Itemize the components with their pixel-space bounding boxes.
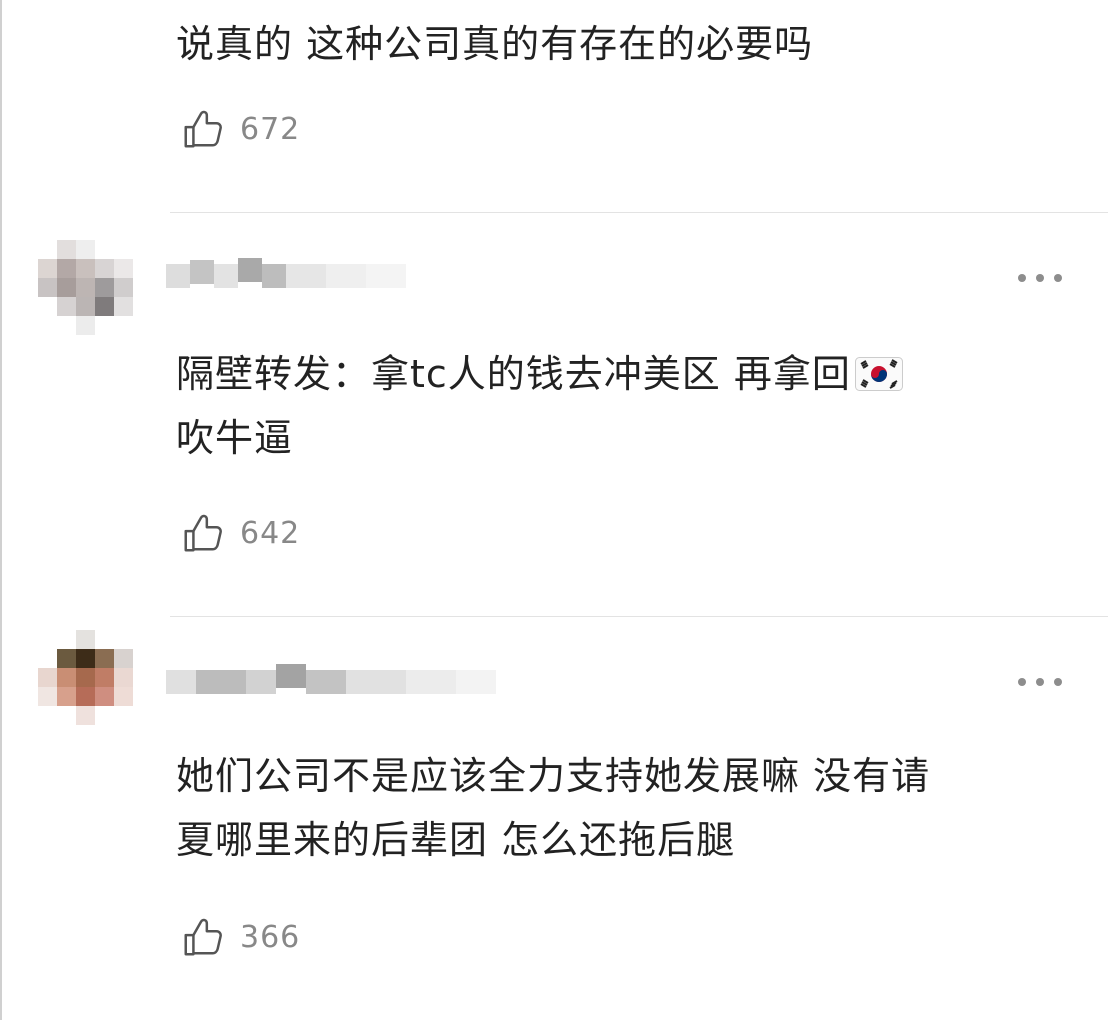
comment-2-text: 隔壁转发：拿tc人的钱去冲美区 再拿回 吹牛逼: [176, 342, 1076, 470]
avatar[interactable]: [38, 630, 150, 726]
comment-2-line-2: 吹牛逼: [176, 416, 294, 460]
thumbs-up-icon: [184, 514, 222, 552]
username-blurred[interactable]: [166, 660, 496, 710]
like-count: 642: [240, 515, 301, 551]
divider: [170, 616, 1108, 617]
like-count: 366: [240, 919, 301, 955]
thumbs-up-icon: [184, 110, 222, 148]
like-count: 672: [240, 111, 301, 147]
comment-1-text: 说真的 这种公司真的有存在的必要吗: [176, 22, 814, 66]
comment-3-line-1: 她们公司不是应该全力支持她发展嘛 没有请: [176, 754, 931, 798]
more-options-icon[interactable]: [1018, 678, 1062, 686]
divider: [170, 212, 1108, 213]
thumbs-up-icon: [184, 918, 222, 956]
comment-feed: 说真的 这种公司真的有存在的必要吗 672 隔壁转发：拿tc人的钱去冲美区 再拿…: [0, 0, 1108, 1020]
left-border: [0, 0, 2, 1020]
comment-3-like-button[interactable]: 366: [180, 912, 300, 962]
south-korea-flag-emoji: [854, 357, 903, 391]
username-blurred[interactable]: [166, 256, 406, 306]
comment-3-line-2: 夏哪里来的后辈团 怎么还拖后腿: [176, 818, 736, 862]
comment-3-text: 她们公司不是应该全力支持她发展嘛 没有请 夏哪里来的后辈团 怎么还拖后腿: [176, 744, 1076, 872]
comment-2-line-1: 隔壁转发：拿tc人的钱去冲美区 再拿回: [176, 352, 851, 396]
comment-2-like-button[interactable]: 642: [180, 508, 300, 558]
avatar[interactable]: [38, 240, 150, 336]
more-options-icon[interactable]: [1018, 274, 1062, 282]
comment-1-like-button[interactable]: 672: [180, 104, 300, 154]
